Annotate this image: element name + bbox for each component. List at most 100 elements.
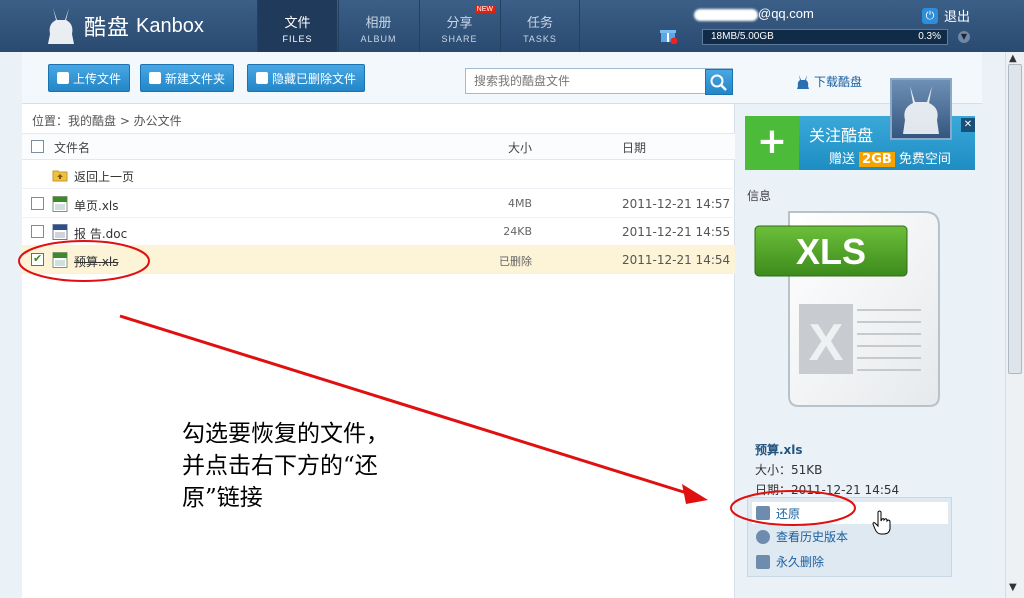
- rabbit-icon: [797, 74, 809, 89]
- selected-file-name: 预算.xls: [755, 443, 803, 457]
- masked-username: [694, 8, 758, 21]
- plus-icon: +: [745, 116, 799, 170]
- search-box: [465, 68, 733, 94]
- close-icon[interactable]: ✕: [961, 118, 975, 132]
- table-row[interactable]: 报 告.doc 24KB 2011-12-21 14:55: [22, 218, 735, 246]
- permanent-delete-link[interactable]: 永久删除: [756, 553, 824, 570]
- new-folder-label: 新建文件夹: [165, 71, 226, 86]
- xls-large-file-icon: XLS X: [754, 211, 940, 407]
- history-versions-link[interactable]: 查看历史版本: [756, 528, 848, 545]
- search-input[interactable]: [466, 69, 700, 93]
- top-navigation-bar: 酷盘 Kanbox 文件 FILES 相册 ALBUM NEW 分享 SHARE…: [0, 0, 1024, 52]
- logo-text-cn: 酷盘: [84, 16, 131, 41]
- row-checkbox-checked[interactable]: [31, 252, 44, 266]
- tab-album-label: 相册: [365, 16, 392, 31]
- trash-icon: [756, 554, 770, 569]
- banner-gift-prefix: 赠送: [829, 152, 856, 167]
- scroll-thumb[interactable]: [1008, 64, 1022, 374]
- folder-up-icon: [52, 170, 68, 182]
- kanbox-logo[interactable]: 酷盘 Kanbox: [44, 4, 204, 48]
- restore-link[interactable]: 还原: [752, 502, 948, 524]
- tab-files-label: 文件: [284, 16, 311, 31]
- tab-share-sub: SHARE: [441, 34, 478, 44]
- hide-deleted-button[interactable]: 隐藏已删除文件: [247, 64, 366, 92]
- restore-label: 还原: [776, 506, 801, 521]
- annotation-text: 勾选要恢复的文件， 并点击右下方的“还 原”链接: [182, 418, 442, 514]
- download-client-link[interactable]: 下载酷盘: [796, 73, 862, 90]
- breadcrumb: 位置：我的酷盘 > 办公文件: [32, 114, 182, 128]
- power-icon: ⏻: [922, 7, 938, 24]
- selected-file-size: 大小：51KB: [755, 463, 823, 477]
- logout-label: 退出: [944, 10, 971, 25]
- file-details: 预算.xls 大小：51KB 日期：2011-12-21 14:54: [755, 440, 899, 500]
- xls-file-icon: [52, 252, 68, 268]
- back-label: 返回上一页: [74, 170, 135, 184]
- file-name[interactable]: 单页.xls: [74, 197, 119, 214]
- download-label: 下载酷盘: [814, 75, 863, 89]
- tab-files-sub: FILES: [282, 34, 313, 44]
- file-name[interactable]: 预算.xls: [74, 253, 119, 270]
- file-date: 2011-12-21 14:54: [622, 253, 731, 267]
- new-badge: NEW: [474, 6, 495, 13]
- big-icon-label: XLS: [796, 231, 866, 272]
- tab-album[interactable]: 相册 ALBUM: [338, 0, 418, 52]
- banner-title: 关注酷盘: [809, 126, 874, 145]
- column-date-header: 日期: [622, 141, 647, 155]
- tab-tasks[interactable]: 任务 TASKS: [500, 0, 580, 52]
- back-row[interactable]: 返回上一页: [22, 161, 735, 189]
- file-list-header: 文件名 大小 日期: [22, 133, 735, 160]
- gift-icon[interactable]: [660, 26, 678, 44]
- upload-label: 上传文件: [73, 71, 122, 86]
- avatar[interactable]: [890, 78, 952, 140]
- rabbit-avatar-icon: [903, 86, 939, 134]
- quota-percent: 0.3%: [918, 31, 941, 42]
- annotation-line-1: 勾选要恢复的文件，: [182, 421, 389, 447]
- doc-file-icon: [52, 224, 68, 240]
- row-checkbox[interactable]: [31, 225, 44, 238]
- new-folder-button[interactable]: 新建文件夹: [140, 64, 235, 92]
- folder-icon: [149, 72, 161, 84]
- annotation-line-3: 原”链接: [182, 485, 263, 511]
- quota-bar: 18MB/5.00GB 0.3%: [702, 29, 948, 45]
- table-row[interactable]: 单页.xls 4MB 2011-12-21 14:57: [22, 190, 735, 218]
- tab-tasks-label: 任务: [526, 16, 553, 31]
- chevron-down-icon[interactable]: ▼: [958, 31, 970, 43]
- xls-file-icon: [52, 196, 68, 212]
- file-size: 24KB: [503, 225, 532, 238]
- row-checkbox[interactable]: [31, 197, 44, 210]
- hand-cursor-icon: [872, 510, 891, 535]
- tab-album-sub: ALBUM: [360, 34, 397, 44]
- delete-label: 永久删除: [776, 555, 825, 569]
- banner-subtitle: 赠送 2GB 免费空间: [829, 148, 951, 167]
- restore-icon: [756, 506, 770, 520]
- svg-text:X: X: [809, 314, 844, 372]
- search-button[interactable]: [705, 69, 733, 95]
- file-list-panel: 位置：我的酷盘 > 办公文件 文件名 大小 日期 返回上一页 单页.xls 4M…: [22, 104, 735, 598]
- file-name[interactable]: 报 告.doc: [74, 225, 127, 242]
- file-info-panel: + 关注酷盘 赠送 2GB 免费空间 ✕ 信息 XLS X 预算.xls 大小：…: [745, 104, 982, 598]
- tab-files[interactable]: 文件 FILES: [257, 0, 337, 52]
- upload-button[interactable]: 上传文件: [48, 64, 131, 92]
- file-date: 2011-12-21 14:55: [622, 225, 731, 239]
- select-all-checkbox[interactable]: [31, 140, 44, 153]
- file-date: 2011-12-21 14:57: [622, 197, 731, 211]
- hide-deleted-label: 隐藏已删除文件: [272, 71, 357, 86]
- tab-share-label: 分享: [446, 16, 473, 31]
- scroll-down-icon[interactable]: ▼: [1009, 582, 1017, 593]
- email-suffix: @qq.com: [758, 6, 814, 21]
- logo-text-en: Kanbox: [136, 14, 204, 37]
- tab-tasks-sub: TASKS: [523, 34, 557, 44]
- banner-gift-suffix: 免费空间: [898, 152, 951, 167]
- file-actions: 还原 查看历史版本 永久删除: [747, 497, 952, 577]
- file-status: 已删除: [499, 255, 532, 268]
- vertical-scrollbar[interactable]: ▲ ▼: [1005, 52, 1024, 598]
- logout-button[interactable]: ⏻ 退出: [922, 6, 970, 25]
- tab-share[interactable]: NEW 分享 SHARE: [419, 0, 499, 52]
- history-label: 查看历史版本: [776, 530, 849, 544]
- search-icon: [710, 74, 727, 91]
- banner-gift-amount: 2GB: [859, 152, 895, 167]
- scroll-up-icon[interactable]: ▲: [1009, 53, 1017, 64]
- user-email[interactable]: @qq.com: [694, 6, 914, 21]
- info-label: 信息: [747, 189, 772, 203]
- table-row-selected[interactable]: 预算.xls 已删除 2011-12-21 14:54: [22, 246, 735, 274]
